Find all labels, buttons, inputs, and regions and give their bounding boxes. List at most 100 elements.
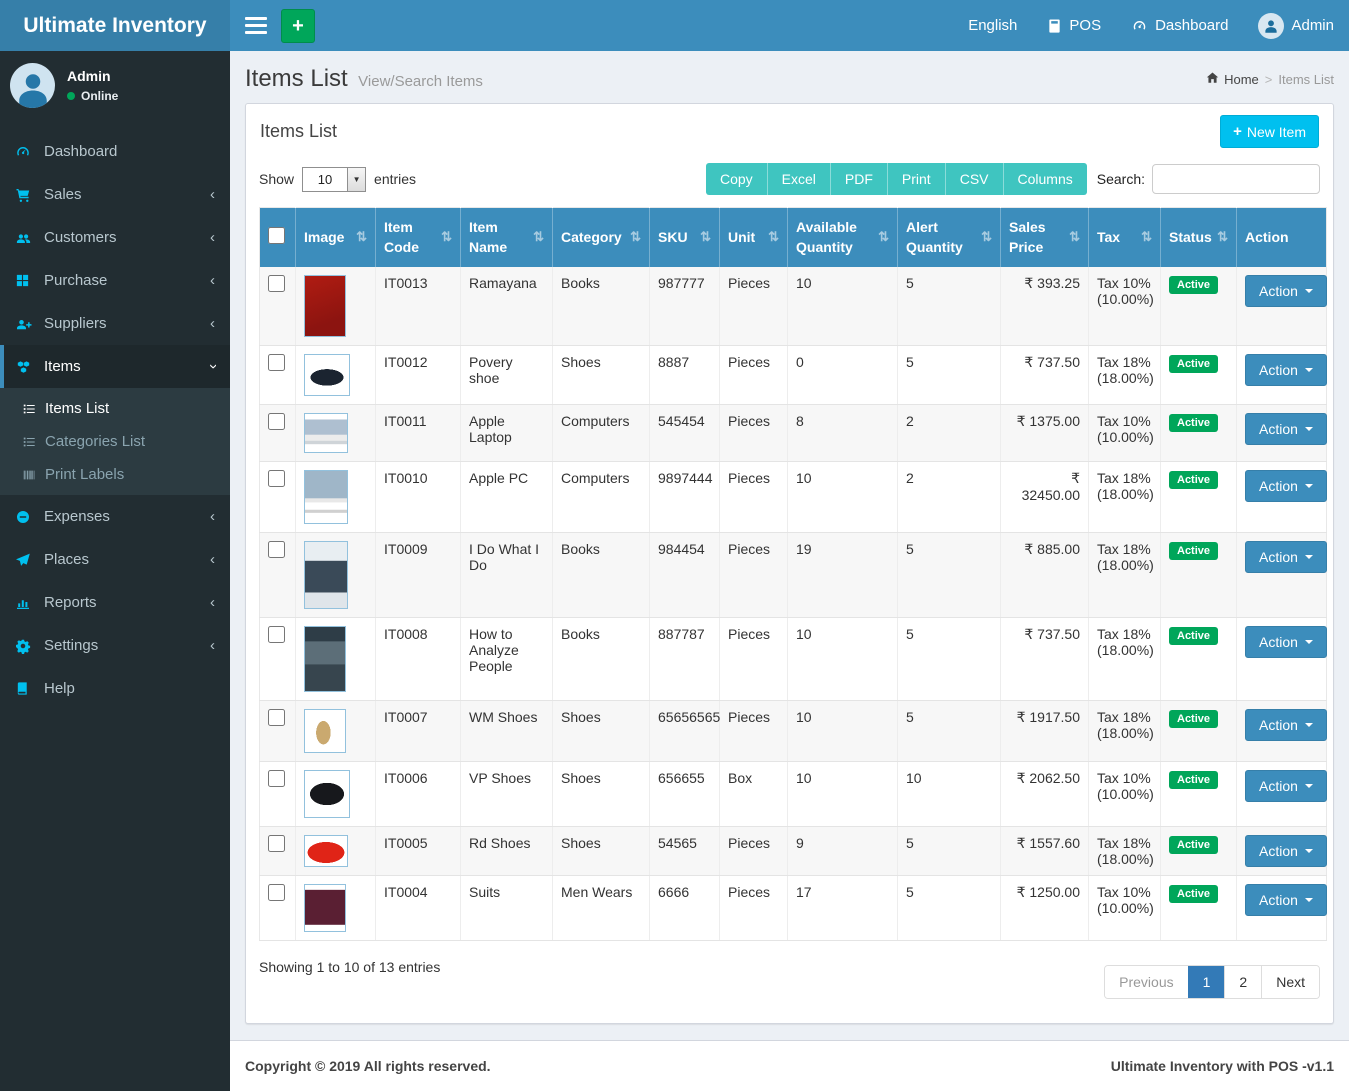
nav-pos[interactable]: POS	[1047, 17, 1101, 34]
sidebar-item-print-labels[interactable]: Print Labels	[0, 458, 230, 491]
sku-cell: 656655	[650, 761, 720, 826]
quick-add-button[interactable]: +	[281, 9, 315, 43]
col-unit[interactable]: Unit⇅	[720, 208, 788, 267]
item-name-cell: WM Shoes	[461, 700, 553, 761]
row-checkbox[interactable]	[268, 770, 285, 787]
pagination-page-2[interactable]: 2	[1224, 966, 1261, 998]
sidebar-item-items[interactable]: Items ‹	[0, 345, 230, 388]
row-checkbox[interactable]	[268, 626, 285, 643]
action-button[interactable]: Action	[1245, 884, 1327, 916]
action-button[interactable]: Action	[1245, 541, 1327, 573]
col-tax[interactable]: Tax⇅	[1089, 208, 1161, 267]
sidebar-item-expenses[interactable]: Expenses ‹	[0, 495, 230, 538]
col-sales-price[interactable]: Sales Price⇅	[1001, 208, 1089, 267]
sidebar-item-help[interactable]: Help	[0, 667, 230, 710]
caret-down-icon	[1305, 723, 1313, 727]
search-label: Search:	[1097, 171, 1145, 187]
col-image[interactable]: Image⇅	[296, 208, 376, 267]
pagination-next[interactable]: Next	[1261, 966, 1319, 998]
sidebar-item-label: Purchase	[44, 272, 107, 289]
row-image-cell	[296, 461, 376, 532]
item-code-cell: IT0007	[376, 700, 461, 761]
col-item-name[interactable]: Item Name⇅	[461, 208, 553, 267]
pagination-page-1[interactable]: 1	[1188, 966, 1225, 998]
copy-button[interactable]: Copy	[706, 163, 767, 195]
sidebar-item-items-list[interactable]: Items List	[0, 392, 230, 425]
alert-quantity-cell: 5	[898, 875, 1001, 940]
sidebar-item-purchase[interactable]: Purchase ‹	[0, 259, 230, 302]
nav-user[interactable]: Admin	[1258, 13, 1334, 39]
col-status[interactable]: Status⇅	[1161, 208, 1237, 267]
col-sku[interactable]: SKU⇅	[650, 208, 720, 267]
row-checkbox[interactable]	[268, 541, 285, 558]
sidebar-item-sales[interactable]: Sales ‹	[0, 173, 230, 216]
nav-dashboard[interactable]: Dashboard	[1131, 17, 1228, 34]
alert-quantity-cell: 10	[898, 761, 1001, 826]
action-button[interactable]: Action	[1245, 626, 1327, 658]
action-button[interactable]: Action	[1245, 354, 1327, 386]
pdf-button[interactable]: PDF	[830, 163, 887, 195]
app-logo[interactable]: Ultimate Inventory	[0, 0, 230, 51]
sales-price-cell: ₹ 2062.50	[1001, 761, 1089, 826]
row-checkbox[interactable]	[268, 354, 285, 371]
row-checkbox[interactable]	[268, 470, 285, 487]
sidebar-item-customers[interactable]: Customers ‹	[0, 216, 230, 259]
available-quantity-cell: 10	[788, 761, 898, 826]
sidebar-item-reports[interactable]: Reports ‹	[0, 581, 230, 624]
row-checkbox[interactable]	[268, 709, 285, 726]
table-row: IT0009 I Do What I Do Books 984454 Piece…	[260, 532, 1327, 617]
sort-icon: ⇅	[1141, 229, 1152, 245]
row-checkbox[interactable]	[268, 884, 285, 901]
col-item-code[interactable]: Item Code⇅	[376, 208, 461, 267]
select-all-checkbox[interactable]	[268, 227, 285, 244]
action-button[interactable]: Action	[1245, 275, 1327, 307]
row-image-cell	[296, 761, 376, 826]
print-button[interactable]: Print	[887, 163, 945, 195]
row-select-cell	[260, 461, 296, 532]
sort-icon: ⇅	[441, 229, 452, 245]
list-icon	[22, 402, 36, 416]
export-buttons: Copy Excel PDF Print CSV Columns	[706, 163, 1087, 195]
list-icon	[22, 435, 36, 449]
pagination-previous[interactable]: Previous	[1105, 966, 1187, 998]
col-alert-quantity[interactable]: Alert Quantity⇅	[898, 208, 1001, 267]
row-image-cell	[296, 826, 376, 875]
online-dot-icon	[67, 92, 75, 100]
sidebar-item-suppliers[interactable]: Suppliers ‹	[0, 302, 230, 345]
page-length-select[interactable]: 10 ▼	[302, 167, 366, 192]
status-badge: Active	[1169, 355, 1218, 373]
new-item-button[interactable]: + New Item	[1220, 115, 1319, 148]
csv-button[interactable]: CSV	[945, 163, 1003, 195]
action-button[interactable]: Action	[1245, 709, 1327, 741]
excel-button[interactable]: Excel	[767, 163, 830, 195]
action-button[interactable]: Action	[1245, 770, 1327, 802]
sidebar-toggle-icon[interactable]	[245, 17, 267, 34]
table-row: IT0007 WM Shoes Shoes 65656565 Pieces 10…	[260, 700, 1327, 761]
row-checkbox[interactable]	[268, 413, 285, 430]
status-cell: Active	[1161, 761, 1237, 826]
sales-price-cell: ₹ 737.50	[1001, 345, 1089, 404]
row-checkbox[interactable]	[268, 835, 285, 852]
sidebar-item-places[interactable]: Places ‹	[0, 538, 230, 581]
content-header: Items List View/Search Items Home > Item…	[230, 51, 1349, 103]
col-category[interactable]: Category⇅	[553, 208, 650, 267]
table-row: IT0004 Suits Men Wears 6666 Pieces 17 5 …	[260, 875, 1327, 940]
col-available-quantity[interactable]: Available Quantity⇅	[788, 208, 898, 267]
columns-button[interactable]: Columns	[1003, 163, 1087, 195]
action-button[interactable]: Action	[1245, 470, 1327, 502]
action-button[interactable]: Action	[1245, 835, 1327, 867]
item-name-cell: Apple PC	[461, 461, 553, 532]
row-checkbox[interactable]	[268, 275, 285, 292]
sidebar-item-settings[interactable]: Settings ‹	[0, 624, 230, 667]
grid-icon	[15, 273, 34, 288]
breadcrumb-home-label: Home	[1224, 72, 1259, 87]
sidebar-item-categories-list[interactable]: Categories List	[0, 425, 230, 458]
sku-cell: 6666	[650, 875, 720, 940]
nav-language[interactable]: English	[968, 17, 1017, 34]
sidebar-item-dashboard[interactable]: Dashboard	[0, 130, 230, 173]
action-button[interactable]: Action	[1245, 413, 1327, 445]
search-input[interactable]	[1152, 164, 1320, 194]
table-row: IT0013 Ramayana Books 987777 Pieces 10 5…	[260, 267, 1327, 346]
breadcrumb-home-link[interactable]: Home	[1206, 71, 1259, 87]
alert-quantity-cell: 5	[898, 617, 1001, 700]
